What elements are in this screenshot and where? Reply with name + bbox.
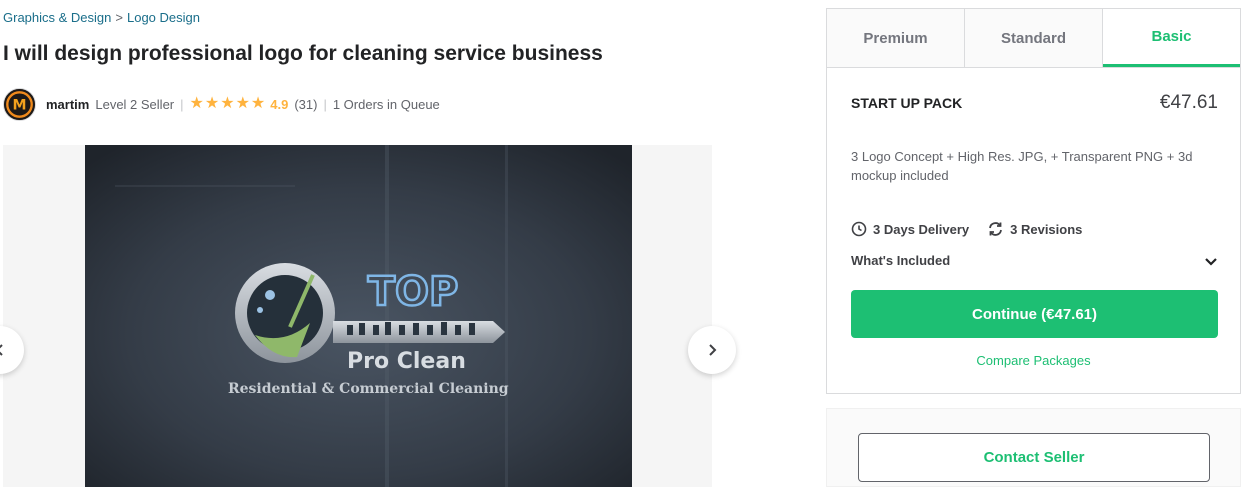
star-icon: ★ [204,95,220,112]
star-icon: ★ [235,95,250,112]
revisions-text: 3 Revisions [1010,221,1083,237]
delivery-feature: 3 Days Delivery [851,221,969,237]
chevron-down-icon [1205,257,1217,266]
logo-brand-top: TOP [368,269,459,315]
package-features: 3 Days Delivery 3 Revisions [851,221,1082,237]
package-header: START UP PACK €47.61 [851,92,1218,114]
star-icon: ★ [189,95,204,112]
rating-count-link[interactable]: (31) [294,97,317,112]
continue-button[interactable]: Continue (€47.61) [851,290,1218,338]
star-icon: ★ [250,95,266,112]
gallery-main-image[interactable]: TOP Pro Clean Residential & Commercial C… [85,145,632,487]
tab-basic[interactable]: Basic [1103,9,1240,67]
gig-gallery: TOP Pro Clean Residential & Commercial C… [3,145,712,487]
avatar[interactable]: M [3,87,36,121]
package-description: 3 Logo Concept + High Res. JPG, + Transp… [851,149,1193,183]
contact-seller-button[interactable]: Contact Seller [858,433,1210,482]
compare-packages-link[interactable]: Compare Packages [827,353,1240,368]
package-card: Premium Standard Basic START UP PACK €47… [826,8,1241,394]
logo-mockup-image: TOP Pro Clean Residential & Commercial C… [85,145,632,487]
chevron-left-icon [0,344,3,356]
breadcrumb-separator: > [115,10,123,25]
delivery-text: 3 Days Delivery [873,221,970,237]
whats-included-label: What's Included [851,253,951,268]
package-tabs: Premium Standard Basic [827,9,1240,68]
tab-standard[interactable]: Standard [965,9,1103,67]
orders-in-queue: 1 Orders in Queue [332,96,440,112]
svg-text:M: M [12,97,26,113]
rating-stars: ★ ★ ★ ★ ★ [190,96,266,112]
breadcrumb-subcategory-link[interactable]: Logo Design [127,10,200,25]
rating-score: 4.9 [270,96,289,112]
whats-included-toggle[interactable]: What's Included [851,253,1218,268]
chevron-right-icon [709,344,717,356]
gallery-next-button[interactable] [688,326,736,374]
divider: | [323,96,327,112]
seller-level: Level 2 Seller [95,96,175,112]
seller-overview: M martim Level 2 Seller | ★ ★ ★ ★ ★ 4.9 … [3,87,440,121]
logo-tagline: Residential & Commercial Cleaning [228,381,509,397]
contact-seller-section: Contact Seller [826,408,1241,487]
divider: | [180,96,184,112]
logo-brand-name: Pro Clean [347,349,466,374]
tab-premium[interactable]: Premium [827,9,965,67]
avatar-logo-icon: M [4,88,35,120]
star-icon: ★ [220,95,235,112]
breadcrumb-category-link[interactable]: Graphics & Design [3,10,111,25]
breadcrumb: Graphics & Design > Logo Design [3,10,200,25]
clock-icon [851,221,867,237]
package-price: €47.61 [1159,92,1218,113]
gig-title: I will design professional logo for clea… [3,42,603,65]
package-name: START UP PACK [851,95,963,111]
seller-name-link[interactable]: martim [46,97,89,112]
refresh-icon [989,222,1003,236]
revisions-feature: 3 Revisions [987,221,1082,237]
